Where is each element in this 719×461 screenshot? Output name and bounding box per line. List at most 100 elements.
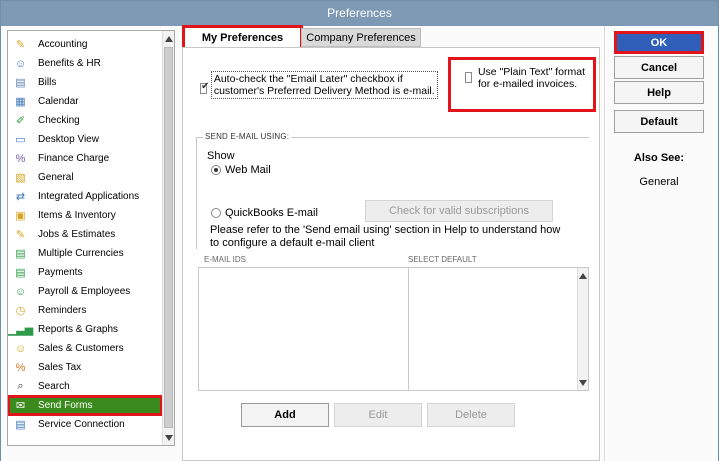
preferences-sidebar: ✎ Accounting ☺ Benefits & HR ▤ Bills ▦ Calendar… xyxy=(7,30,175,446)
email-later-label: Auto-check the "Email Later" checkbox if… xyxy=(210,71,438,99)
scrollbar-thumb[interactable] xyxy=(164,47,173,428)
sidebar-item-desktop-view[interactable]: ▭ Desktop View xyxy=(8,130,162,149)
window-client: ✎ Accounting ☺ Benefits & HR ▤ Bills ▦ Calendar… xyxy=(1,25,718,461)
sidebar-item-sales-customers[interactable]: ☺ Sales & Customers xyxy=(8,339,162,358)
sidebar-item-service-connection[interactable]: ▤ Service Connection xyxy=(8,415,162,434)
reports-icon: ▁▃▅ xyxy=(7,324,34,336)
sidebar-item-bills[interactable]: ▤ Bills xyxy=(8,73,162,92)
sidebar-item-checking[interactable]: ✐ Checking xyxy=(8,111,162,130)
ok-button[interactable]: OK xyxy=(614,31,704,54)
sidebar-item-label: Send Forms xyxy=(38,400,93,411)
sidebar-item-sales-tax[interactable]: % Sales Tax xyxy=(8,358,162,377)
sidebar-item-label: Service Connection xyxy=(38,419,125,430)
sidebar-item-label: Finance Charge xyxy=(38,153,110,164)
sidebar-item-multiple-currencies[interactable]: ▤ Multiple Currencies xyxy=(8,244,162,263)
tab-my-preferences[interactable]: My Preferences xyxy=(182,25,303,50)
sidebar-item-send-forms[interactable]: ✉ Send Forms xyxy=(8,395,163,416)
currencies-icon: ▤ xyxy=(15,248,26,260)
sidebar-item-label: Bills xyxy=(38,77,57,88)
service-connection-icon: ▤ xyxy=(15,419,26,431)
web-mail-radio[interactable] xyxy=(211,165,221,175)
sidebar-item-label: Payments xyxy=(38,267,83,278)
table-header: E-MAIL IDS SELECT DEFAULT xyxy=(198,254,589,266)
sidebar-item-label: Checking xyxy=(38,115,80,126)
sidebar-item-label: Reminders xyxy=(38,305,87,316)
cancel-button[interactable]: Cancel xyxy=(614,56,704,79)
help-button[interactable]: Help xyxy=(614,81,704,104)
sidebar-item-jobs-estimates[interactable]: ✎ Jobs & Estimates xyxy=(8,225,162,244)
scroll-down-icon[interactable] xyxy=(165,435,173,441)
desktop-icon: ▭ xyxy=(15,134,26,146)
column-divider xyxy=(408,268,409,390)
quickbooks-email-radio[interactable] xyxy=(211,208,221,218)
sidebar-item-search[interactable]: ⌕ Search xyxy=(8,377,162,396)
sidebar-scrollbar[interactable] xyxy=(162,31,174,445)
tab-company-preferences[interactable]: Company Preferences xyxy=(301,28,421,47)
panel-divider xyxy=(604,26,605,461)
email-later-checkbox[interactable] xyxy=(200,81,209,94)
sidebar-item-calendar[interactable]: ▦ Calendar xyxy=(8,92,162,111)
calendar-icon: ▦ xyxy=(15,96,26,108)
search-icon: ⌕ xyxy=(17,380,24,392)
sidebar-item-payroll-employees[interactable]: ☺ Payroll & Employees xyxy=(8,282,162,301)
bills-icon: ▤ xyxy=(15,77,26,89)
plain-text-label: Use "Plain Text" format for e-mailed inv… xyxy=(477,66,586,90)
column-email-ids: E-MAIL IDS xyxy=(204,255,246,264)
send-email-help-note: Please refer to the 'Send email using' s… xyxy=(210,224,561,249)
window-title: Preferences xyxy=(1,1,718,26)
sidebar-item-label: Sales & Customers xyxy=(38,343,124,354)
add-button[interactable]: Add xyxy=(241,403,329,427)
sidebar-item-general[interactable]: ▧ General xyxy=(8,168,162,187)
checking-icon: ✐ xyxy=(15,115,26,127)
scroll-up-icon[interactable] xyxy=(165,36,173,42)
sidebar-item-finance-charge[interactable]: % Finance Charge xyxy=(8,149,162,168)
default-button[interactable]: Default xyxy=(614,110,704,133)
general-icon: ▧ xyxy=(15,172,26,184)
finance-charge-icon: % xyxy=(15,152,26,165)
sidebar-item-reminders[interactable]: ◷ Reminders xyxy=(8,301,162,320)
email-later-option[interactable]: Auto-check the "Email Later" checkbox if… xyxy=(198,71,438,99)
table-scroll-up-icon[interactable] xyxy=(579,273,587,279)
sidebar-item-payments[interactable]: ▤ Payments xyxy=(8,263,162,282)
integrated-apps-icon: ⇄ xyxy=(15,191,26,203)
sidebar-item-label: Integrated Applications xyxy=(38,191,140,202)
sidebar-item-label: Search xyxy=(38,381,70,392)
sidebar-item-label: Sales Tax xyxy=(38,362,82,373)
sidebar-item-label: Payroll & Employees xyxy=(38,286,131,297)
quickbooks-email-label: QuickBooks E-mail xyxy=(225,207,318,219)
sidebar-item-label: Benefits & HR xyxy=(38,58,101,69)
sidebar-item-reports-graphs[interactable]: ▁▃▅ Reports & Graphs xyxy=(8,320,162,339)
sales-customers-icon: ☺ xyxy=(14,342,27,355)
table-scrollbar[interactable] xyxy=(577,268,588,390)
web-mail-option[interactable]: Web Mail xyxy=(211,164,271,176)
email-ids-table: E-MAIL IDS SELECT DEFAULT xyxy=(198,254,589,391)
jobs-icon: ✎ xyxy=(15,229,26,241)
sidebar-item-integrated-applications[interactable]: ⇄ Integrated Applications xyxy=(8,187,162,206)
payroll-icon: ☺ xyxy=(14,285,27,298)
sidebar-item-label: Reports & Graphs xyxy=(38,324,119,335)
send-email-group-title: SEND E-MAIL USING: xyxy=(203,132,292,141)
sidebar-item-label: Jobs & Estimates xyxy=(38,229,116,240)
table-scroll-down-icon[interactable] xyxy=(579,380,587,386)
quickbooks-email-option[interactable]: QuickBooks E-mail xyxy=(211,207,318,219)
sidebar-item-items-inventory[interactable]: ▣ Items & Inventory xyxy=(8,206,162,225)
plain-text-option[interactable]: Use "Plain Text" format for e-mailed inv… xyxy=(448,57,596,112)
also-see-general-link[interactable]: General xyxy=(614,176,704,188)
also-see-label: Also See: xyxy=(633,152,685,164)
plain-text-checkbox[interactable] xyxy=(465,72,472,83)
check-subscriptions-button[interactable]: Check for valid subscriptions xyxy=(365,200,553,222)
web-mail-label: Web Mail xyxy=(225,164,271,176)
accounting-icon: ✎ xyxy=(15,39,26,51)
edit-button[interactable]: Edit xyxy=(334,403,422,427)
sidebar-item-label: Multiple Currencies xyxy=(38,248,124,259)
show-label: Show xyxy=(207,150,235,162)
sidebar-item-accounting[interactable]: ✎ Accounting xyxy=(8,35,162,54)
send-email-group: SEND E-MAIL USING: Show Web Mail QuickBo… xyxy=(196,132,589,249)
sales-tax-icon: % xyxy=(15,361,26,374)
sidebar-item-benefits-hr[interactable]: ☺ Benefits & HR xyxy=(8,54,162,73)
benefits-icon: ☺ xyxy=(14,57,27,70)
table-body[interactable] xyxy=(198,267,589,391)
delete-button[interactable]: Delete xyxy=(427,403,515,427)
sidebar-item-label: Items & Inventory xyxy=(38,210,116,221)
column-select-default: SELECT DEFAULT xyxy=(408,255,477,264)
